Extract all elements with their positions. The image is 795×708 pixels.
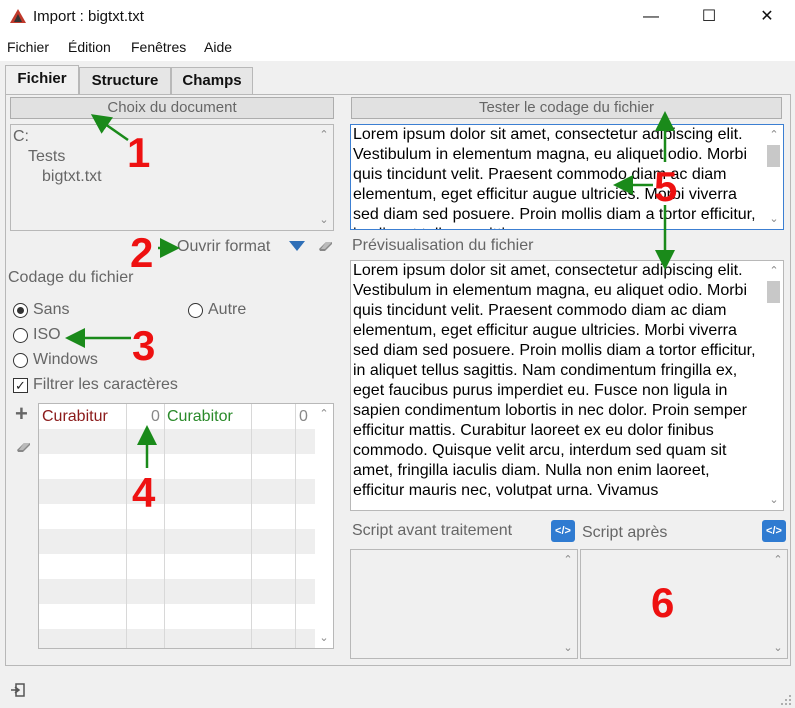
scroll-up-icon[interactable]: ⌃ [315, 406, 333, 422]
radio-sans[interactable] [13, 303, 28, 318]
script-before-scrollbar[interactable]: ⌃ ⌄ [559, 550, 577, 658]
tree-item-file[interactable]: bigtxt.txt [42, 168, 102, 186]
tree-item-drive[interactable]: C: [13, 128, 29, 146]
resize-grip-icon[interactable] [780, 694, 792, 706]
maximize-button[interactable]: ☐ [680, 0, 738, 33]
grid-cell-count1[interactable]: 0 [151, 408, 160, 426]
script-after-editor[interactable]: ⌃ ⌄ [580, 549, 788, 659]
close-icon: ✕ [760, 8, 774, 25]
checkmark-icon: ✓ [15, 378, 26, 393]
exit-icon[interactable] [10, 682, 26, 698]
grid-scrollbar[interactable]: ⌃ ⌄ [315, 404, 333, 648]
scroll-down-icon[interactable]: ⌄ [765, 492, 783, 508]
menu-edition[interactable]: Édition [68, 39, 111, 55]
script-before-editor[interactable]: ⌃ ⌄ [350, 549, 578, 659]
scroll-up-icon[interactable]: ⌃ [559, 552, 577, 568]
encoding-test-content: Lorem ipsum dolor sit amet, consectetur … [353, 126, 756, 229]
menu-fichier[interactable]: Fichier [7, 39, 49, 55]
file-preview-scrollbar[interactable]: ⌃ ⌄ [765, 261, 783, 510]
radio-iso-label[interactable]: ISO [33, 326, 61, 344]
scroll-down-icon[interactable]: ⌄ [769, 640, 787, 656]
file-tree[interactable]: C: Tests bigtxt.txt ⌃ ⌄ [10, 124, 334, 231]
radio-windows-label[interactable]: Windows [33, 351, 98, 369]
preview-title: Prévisualisation du fichier [352, 237, 534, 254]
annotation-4: 4 [132, 469, 156, 516]
radio-sans-label[interactable]: Sans [33, 301, 69, 319]
scroll-down-icon[interactable]: ⌄ [315, 630, 333, 646]
title-bar: Import : bigtxt.txt — ☐ ✕ [0, 0, 795, 33]
choose-document-button[interactable]: Choix du document [10, 97, 334, 119]
annotation-2: 2 [130, 229, 154, 276]
close-button[interactable]: ✕ [738, 0, 795, 33]
radio-windows[interactable] [13, 353, 28, 368]
annotation-5: 5 [654, 163, 678, 210]
scroll-up-icon[interactable]: ⌃ [765, 263, 783, 279]
tab-fichier[interactable]: Fichier [5, 65, 79, 94]
eraser-icon-2[interactable] [15, 440, 33, 454]
maximize-icon: ☐ [701, 8, 717, 25]
table-row[interactable] [39, 529, 315, 554]
menu-aide[interactable]: Aide [204, 39, 232, 55]
open-format-label[interactable]: Ouvrir format [177, 238, 270, 256]
dropdown-triangle-icon[interactable] [288, 240, 306, 252]
menu-fenetres[interactable]: Fenêtres [131, 39, 186, 55]
code-icon-2[interactable]: </> [762, 520, 786, 542]
tree-item-folder[interactable]: Tests [28, 148, 65, 166]
grid-divider [251, 404, 252, 648]
script-before-label: Script avant traitement [352, 522, 513, 539]
encoding-test-text[interactable]: Lorem ipsum dolor sit amet, consectetur … [350, 124, 784, 230]
file-tree-scrollbar[interactable]: ⌃ ⌄ [315, 125, 333, 230]
grid-cell-curabitor[interactable]: Curabitor [167, 408, 233, 426]
scroll-thumb[interactable] [767, 281, 780, 303]
table-row[interactable] [39, 629, 315, 648]
grid-divider [164, 404, 165, 648]
minimize-icon: — [643, 8, 659, 25]
table-row[interactable] [39, 429, 315, 454]
encoding-title: Codage du fichier [8, 269, 134, 286]
grid-cell-count2[interactable]: 0 [299, 408, 308, 426]
menu-bar: Fichier Édition Fenêtres Aide [0, 33, 795, 61]
scroll-up-icon[interactable]: ⌃ [315, 127, 333, 143]
eraser-icon[interactable] [317, 239, 335, 253]
radio-autre[interactable] [188, 303, 203, 318]
code-icon[interactable]: </> [551, 520, 575, 542]
table-row[interactable] [39, 604, 315, 629]
table-row[interactable]: Curabitur 0 Curabitor 0 [39, 404, 315, 429]
encoding-test-scrollbar[interactable]: ⌃ ⌄ [765, 125, 783, 229]
minimize-button[interactable]: — [622, 0, 680, 33]
scroll-up-icon[interactable]: ⌃ [765, 127, 783, 143]
table-row[interactable] [39, 504, 315, 529]
table-row[interactable] [39, 454, 315, 479]
radio-iso[interactable] [13, 328, 28, 343]
tab-champs[interactable]: Champs [171, 67, 253, 94]
table-row[interactable] [39, 479, 315, 504]
replacement-grid[interactable]: Curabitur 0 Curabitor 0 ⌃ ⌄ [38, 403, 334, 649]
scroll-up-icon[interactable]: ⌃ [769, 552, 787, 568]
app-logo-icon [10, 9, 26, 23]
radio-autre-label[interactable]: Autre [208, 301, 246, 319]
scroll-down-icon[interactable]: ⌄ [765, 211, 783, 227]
file-preview[interactable]: Lorem ipsum dolor sit amet, consectetur … [350, 260, 784, 511]
tab-structure[interactable]: Structure [79, 67, 171, 94]
test-encoding-button[interactable]: Tester le codage du fichier [351, 97, 782, 119]
annotation-6: 6 [651, 579, 675, 626]
grid-divider [295, 404, 296, 648]
scroll-thumb[interactable] [767, 145, 780, 167]
filter-label[interactable]: Filtrer les caractères [33, 376, 178, 394]
table-row[interactable] [39, 554, 315, 579]
filter-checkbox[interactable]: ✓ [13, 378, 28, 393]
grid-divider [126, 404, 127, 648]
table-row[interactable] [39, 579, 315, 604]
file-preview-content: Lorem ipsum dolor sit amet, consectetur … [353, 262, 756, 499]
script-after-scrollbar[interactable]: ⌃ ⌄ [769, 550, 787, 658]
window-title: Import : bigtxt.txt [33, 8, 144, 25]
annotation-1: 1 [127, 129, 151, 176]
status-bar [0, 670, 795, 708]
grid-cell-curabitur[interactable]: Curabitur [42, 408, 108, 426]
scroll-down-icon[interactable]: ⌄ [315, 212, 333, 228]
add-icon[interactable]: + [15, 402, 28, 426]
script-after-label: Script après [582, 524, 668, 541]
scroll-down-icon[interactable]: ⌄ [559, 640, 577, 656]
annotation-3: 3 [132, 322, 156, 369]
